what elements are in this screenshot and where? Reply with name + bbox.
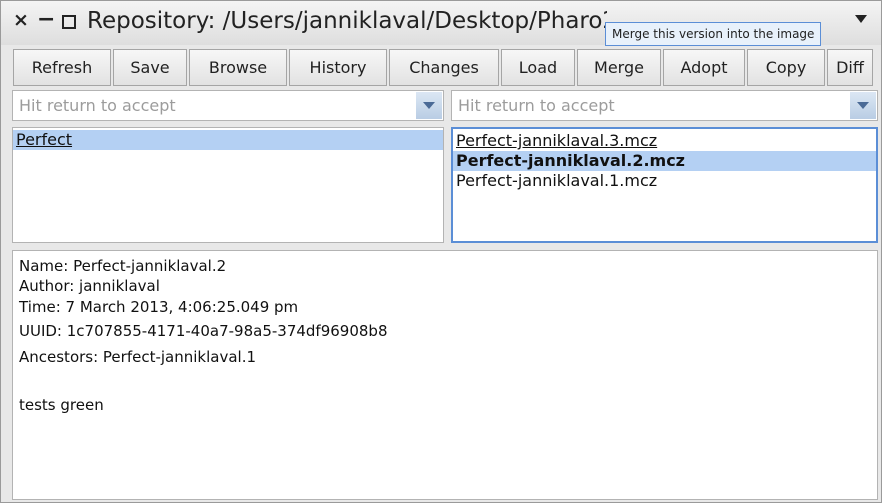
version-filter-placeholder: Hit return to accept [458, 96, 615, 115]
version-list[interactable]: Perfect-janniklaval.3.mcz Perfect-jannik… [451, 127, 878, 243]
browse-button[interactable]: Browse [189, 49, 287, 86]
info-uuid: UUID: 1c707855-4171-40a7-98a5-374df96908… [19, 322, 388, 340]
history-button[interactable]: History [289, 49, 387, 86]
info-message: tests green [19, 396, 104, 414]
diff-button[interactable]: Diff [827, 49, 873, 86]
info-author: Author: janniklaval [19, 277, 160, 295]
package-filter-input[interactable]: Hit return to accept [12, 90, 444, 121]
info-name: Name: Perfect-janniklaval.2 [19, 257, 227, 275]
version-info-text[interactable]: Name: Perfect-janniklaval.2 Author: jann… [12, 250, 878, 500]
package-filter-placeholder: Hit return to accept [19, 96, 176, 115]
package-list-item[interactable]: Perfect [13, 130, 443, 150]
version-list-item[interactable]: Perfect-janniklaval.1.mcz [453, 171, 876, 191]
version-list-item-selected[interactable]: Perfect-janniklaval.2.mcz [453, 151, 876, 171]
save-button[interactable]: Save [113, 49, 187, 86]
version-filter-dropdown-icon[interactable] [850, 92, 876, 119]
copy-button[interactable]: Copy [747, 49, 825, 86]
toolbar: Refresh Save Browse History Changes Load… [13, 49, 873, 87]
refresh-button[interactable]: Refresh [13, 49, 111, 86]
load-button[interactable]: Load [501, 49, 575, 86]
minimize-icon[interactable]: − [37, 7, 55, 32]
adopt-button[interactable]: Adopt [663, 49, 745, 86]
window-menu-icon[interactable] [855, 15, 867, 23]
version-list-item[interactable]: Perfect-janniklaval.3.mcz [453, 131, 876, 151]
info-time: Time: 7 March 2013, 4:06:25.049 pm [19, 298, 299, 316]
package-list[interactable]: Perfect [12, 127, 444, 243]
maximize-icon[interactable] [62, 15, 76, 29]
repository-window: × − Repository: /Users/janniklaval/Deskt… [0, 0, 882, 503]
version-filter-input[interactable]: Hit return to accept [451, 90, 878, 121]
info-ancestors: Ancestors: Perfect-janniklaval.1 [19, 348, 257, 366]
merge-tooltip: Merge this version into the image [605, 22, 822, 46]
package-filter-dropdown-icon[interactable] [416, 92, 442, 119]
close-icon[interactable]: × [13, 9, 29, 31]
changes-button[interactable]: Changes [389, 49, 499, 86]
merge-button[interactable]: Merge [577, 49, 661, 86]
window-title: Repository: /Users/janniklaval/Desktop/P… [87, 8, 607, 34]
